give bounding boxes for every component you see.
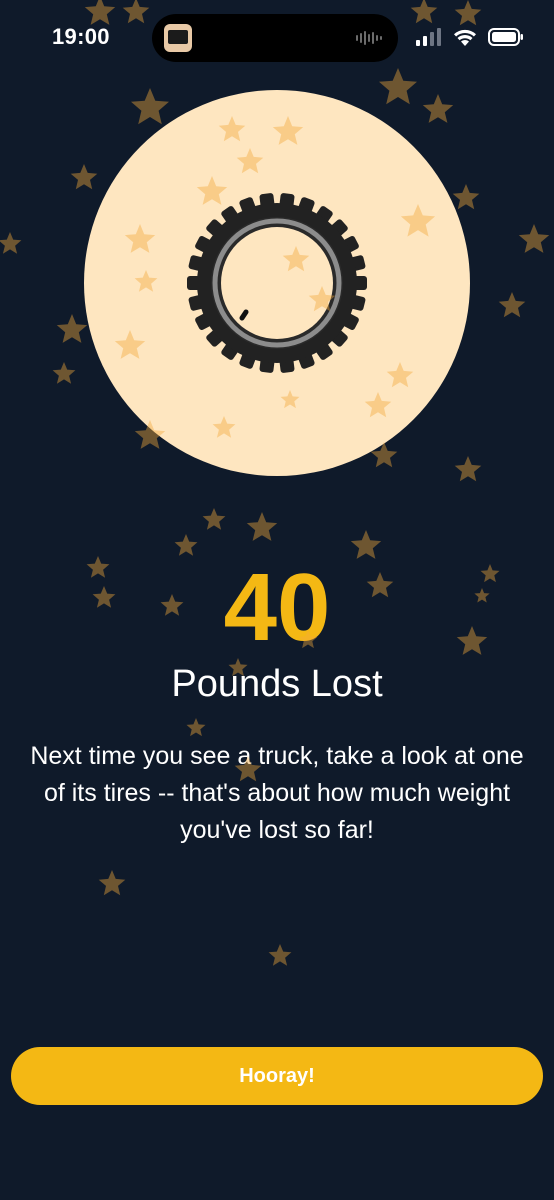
star-icon	[498, 292, 526, 318]
cellular-signal-icon	[416, 28, 441, 46]
star-icon	[268, 944, 292, 966]
status-icons	[416, 26, 524, 48]
hooray-button[interactable]: Hooray!	[11, 1047, 543, 1105]
pounds-lost-value: 40	[223, 554, 331, 661]
star-icon	[174, 534, 198, 556]
star-icon	[350, 530, 382, 559]
audio-waveform-icon	[356, 30, 382, 46]
star-icon	[202, 508, 226, 530]
star-icon	[52, 362, 76, 384]
star-icon	[56, 314, 88, 343]
star-icon	[98, 870, 126, 896]
status-bar: 19:00	[0, 0, 554, 78]
star-icon	[186, 718, 206, 737]
pounds-lost-label: Pounds Lost	[171, 663, 383, 705]
battery-icon	[488, 28, 523, 46]
status-time: 19:00	[52, 24, 110, 49]
result-message: Next time you see a truck, take a look a…	[30, 742, 524, 844]
tire-illustration	[84, 90, 470, 476]
celebration-screen: 19:00 40 Pounds Lost Next time you see a…	[0, 0, 554, 1200]
dynamic-island[interactable]	[152, 14, 398, 62]
tire-icon	[84, 90, 470, 476]
now-playing-thumbnail-icon	[164, 24, 192, 52]
star-icon	[518, 224, 550, 253]
wifi-icon	[454, 29, 476, 46]
star-icon	[0, 232, 22, 254]
star-icon	[246, 512, 278, 541]
